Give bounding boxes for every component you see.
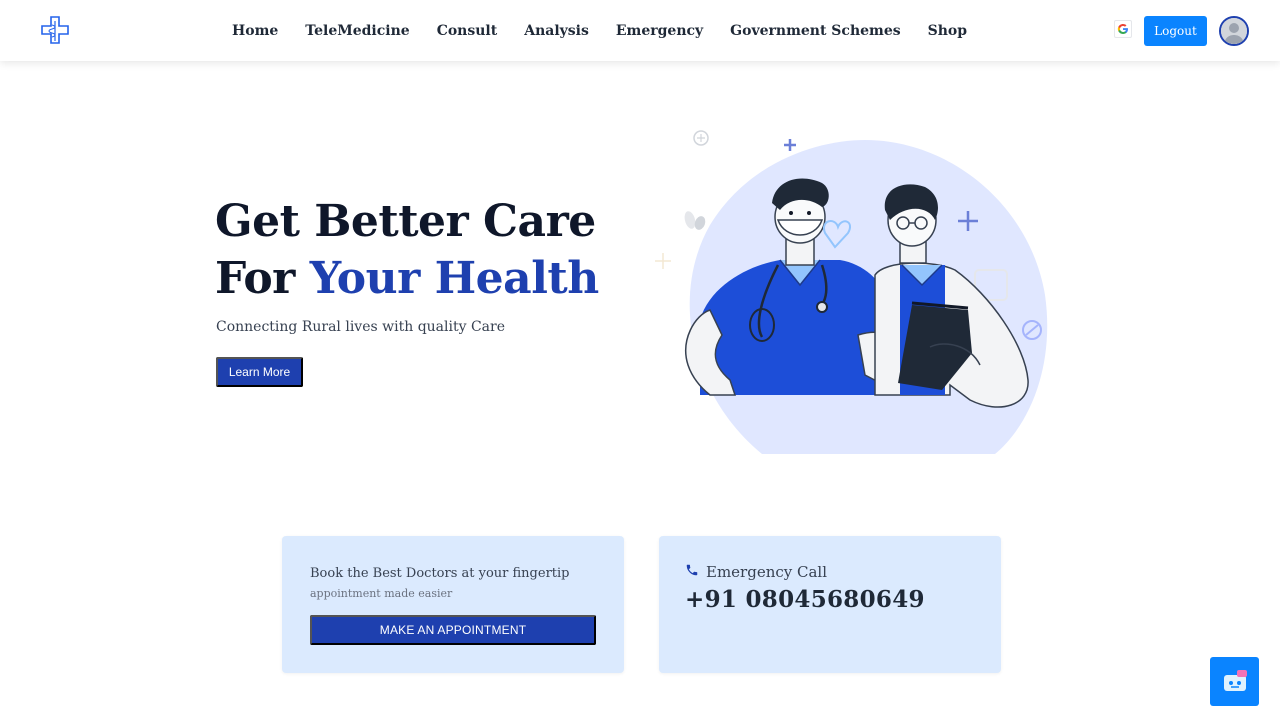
google-icon[interactable]	[1114, 20, 1132, 38]
hero-title: Get Better Care For Your Health	[215, 193, 599, 307]
nav-link-emergency[interactable]: Emergency	[616, 23, 703, 39]
emergency-label-row: Emergency Call	[685, 562, 827, 581]
nav-link-home[interactable]: Home	[232, 23, 278, 39]
emergency-card: Emergency Call +91 08045680649	[659, 536, 1001, 673]
nav-link-government-schemes[interactable]: Government Schemes	[730, 23, 900, 39]
hero-title-accent: Your Health	[309, 253, 600, 304]
hero-title-line1: Get Better Care	[215, 196, 596, 247]
appointment-card: Book the Best Doctors at your fingertip …	[282, 536, 624, 673]
nav-link-shop[interactable]: Shop	[928, 23, 967, 39]
nav-link-telemedicine[interactable]: TeleMedicine	[305, 23, 409, 39]
doctors-illustration	[650, 125, 1060, 457]
chatbot-icon[interactable]	[1210, 657, 1259, 706]
nav-link-consult[interactable]: Consult	[437, 23, 498, 39]
hero-title-prefix: For	[215, 253, 310, 304]
appointment-card-subtitle: appointment made easier	[310, 587, 453, 600]
nav-link-analysis[interactable]: Analysis	[524, 23, 589, 39]
phone-icon	[685, 562, 699, 581]
user-avatar-icon[interactable]	[1219, 16, 1249, 46]
make-appointment-button[interactable]: MAKE AN APPOINTMENT	[310, 615, 596, 645]
hero-subtitle: Connecting Rural lives with quality Care	[216, 319, 505, 335]
emergency-phone-number[interactable]: +91 08045680649	[685, 586, 925, 613]
logout-button[interactable]: Logout	[1144, 16, 1207, 46]
main-nav: Home TeleMedicine Consult Analysis Emerg…	[232, 0, 994, 61]
medical-cross-icon[interactable]	[40, 15, 70, 45]
learn-more-button[interactable]: Learn More	[216, 357, 303, 387]
emergency-call-label: Emergency Call	[706, 562, 828, 581]
navbar: Home TeleMedicine Consult Analysis Emerg…	[0, 0, 1280, 61]
appointment-card-title: Book the Best Doctors at your fingertip	[310, 566, 570, 581]
